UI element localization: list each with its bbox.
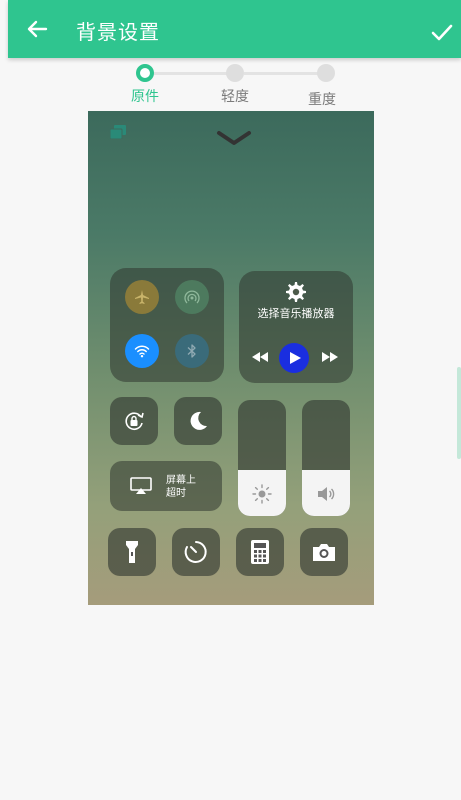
camera-tile[interactable] (300, 528, 348, 576)
calculator-icon (251, 540, 269, 564)
volume-slider[interactable] (302, 400, 350, 516)
brightness-slider[interactable] (238, 400, 286, 516)
background-preview: 选择音乐播放器 屏幕上 超时 (88, 111, 374, 605)
timer-tile[interactable] (172, 528, 220, 576)
flashlight-icon (126, 541, 138, 563)
connectivity-panel (110, 268, 224, 382)
rotation-lock-tile[interactable] (110, 397, 158, 445)
camera-icon (313, 544, 335, 561)
blur-level-stepper: 原件 轻度 重度 (120, 60, 360, 110)
step-original-dot[interactable] (136, 64, 154, 82)
page-title: 背景设置 (76, 20, 160, 44)
play-icon (290, 352, 301, 364)
moon-icon (190, 411, 207, 430)
airplane-icon[interactable] (125, 280, 159, 314)
step-heavy-dot[interactable] (317, 64, 335, 82)
arrow-left-icon[interactable] (22, 14, 52, 44)
step-light-dot[interactable] (226, 64, 244, 82)
gallery-icon[interactable] (110, 125, 126, 139)
bluetooth-icon[interactable] (175, 334, 209, 368)
rotation-lock-icon (125, 412, 144, 430)
check-icon[interactable] (429, 20, 455, 46)
flashlight-tile[interactable] (108, 528, 156, 576)
step-light-label[interactable]: 轻度 (205, 86, 265, 106)
airplay-icon (130, 477, 152, 494)
screen-mirroring-tile[interactable]: 屏幕上 超时 (110, 461, 222, 511)
chevron-down-icon[interactable] (216, 129, 252, 147)
app-bar: 背景设置 (8, 0, 461, 58)
stepper-line (244, 72, 328, 75)
rewind-icon[interactable] (251, 350, 269, 364)
scrollbar[interactable] (457, 367, 461, 459)
step-original-label[interactable]: 原件 (115, 86, 175, 106)
timer-icon (184, 541, 207, 563)
screen-mirroring-label: 屏幕上 超时 (166, 474, 196, 500)
screen-mirroring-label-text: 屏幕上 超时 (166, 475, 196, 499)
gear-icon[interactable] (285, 281, 307, 303)
hotspot-icon[interactable] (175, 280, 209, 314)
wifi-icon[interactable] (125, 334, 159, 368)
calculator-tile[interactable] (236, 528, 284, 576)
brightness-icon (252, 484, 272, 504)
speaker-icon (318, 487, 335, 501)
do-not-disturb-tile[interactable] (174, 397, 222, 445)
music-player-title: 选择音乐播放器 (257, 307, 335, 320)
fast-forward-icon[interactable] (321, 350, 339, 364)
music-panel: 选择音乐播放器 (239, 271, 353, 383)
step-heavy-label[interactable]: 重度 (292, 89, 352, 109)
play-button[interactable] (279, 343, 309, 373)
